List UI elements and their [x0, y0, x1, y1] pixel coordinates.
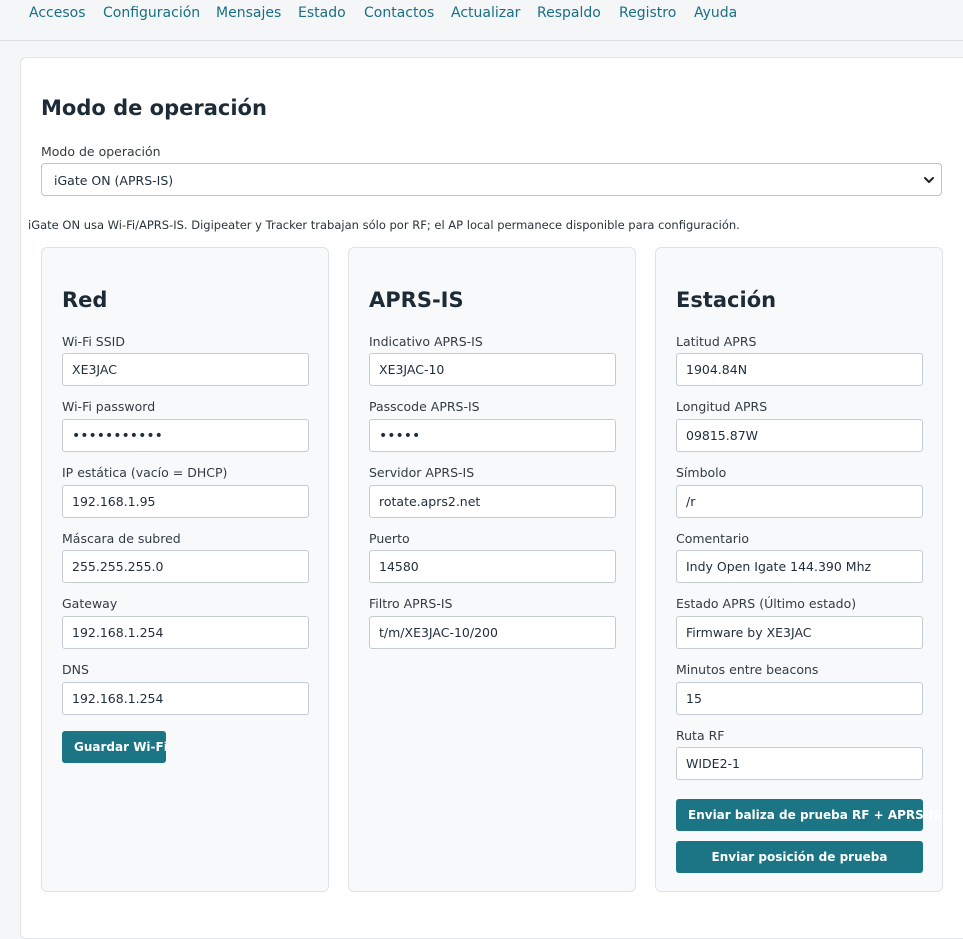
nav-estado[interactable]: Estado: [298, 5, 346, 21]
dns-label: DNS: [62, 662, 89, 677]
latitude-label: Latitud APRS: [676, 334, 757, 349]
nav-respaldo[interactable]: Respaldo: [537, 5, 601, 21]
passcode-label: Passcode APRS-IS: [369, 399, 480, 414]
nav-registro[interactable]: Registro: [619, 5, 676, 21]
server-input[interactable]: [369, 485, 616, 518]
send-test-position-button[interactable]: Enviar posición de prueba: [676, 841, 923, 873]
mode-note: iGate ON usa Wi-Fi/APRS-IS. Digipeater y…: [28, 218, 740, 232]
aprsis-title: APRS-IS: [369, 288, 464, 312]
save-wifi-button[interactable]: Guardar Wi-Fi: [62, 731, 168, 763]
comment-input[interactable]: [676, 550, 923, 583]
beacon-minutes-label: Minutos entre beacons: [676, 662, 819, 677]
filter-input[interactable]: [369, 616, 616, 649]
callsign-input[interactable]: [369, 353, 616, 386]
chevron-down-icon: [924, 177, 934, 183]
page-title: Modo de operación: [41, 96, 267, 120]
callsign-label: Indicativo APRS-IS: [369, 334, 483, 349]
nav-mensajes[interactable]: Mensajes: [216, 5, 281, 21]
mode-select[interactable]: iGate ON (APRS-IS): [41, 163, 942, 196]
symbol-label: Símbolo: [676, 465, 727, 480]
comment-label: Comentario: [676, 531, 749, 546]
passcode-input[interactable]: [369, 419, 616, 452]
longitude-input[interactable]: [676, 419, 923, 452]
rf-path-label: Ruta RF: [676, 728, 725, 743]
ip-label: IP estática (vacío = DHCP): [62, 465, 228, 480]
gateway-input[interactable]: [62, 616, 309, 649]
dns-input[interactable]: [62, 682, 309, 715]
password-input[interactable]: [62, 419, 309, 452]
status-label: Estado APRS (Último estado): [676, 596, 857, 611]
network-title: Red: [62, 288, 108, 312]
port-label: Puerto: [369, 531, 410, 546]
latitude-input[interactable]: [676, 353, 923, 386]
ssid-input[interactable]: [62, 353, 309, 386]
longitude-label: Longitud APRS: [676, 399, 768, 414]
filter-label: Filtro APRS-IS: [369, 596, 453, 611]
station-title: Estación: [676, 288, 777, 312]
gateway-label: Gateway: [62, 596, 118, 611]
mask-label: Máscara de subred: [62, 531, 181, 546]
port-input[interactable]: [369, 550, 616, 583]
symbol-input[interactable]: [676, 485, 923, 518]
nav-accesos[interactable]: Accesos: [29, 5, 86, 21]
ssid-label: Wi-Fi SSID: [62, 334, 125, 349]
nav-configuracion[interactable]: Configuración: [103, 5, 200, 21]
ip-input[interactable]: [62, 485, 309, 518]
mode-label: Modo de operación: [41, 144, 161, 159]
nav-actualizar[interactable]: Actualizar: [451, 5, 520, 21]
status-input[interactable]: [676, 616, 923, 649]
server-label: Servidor APRS-IS: [369, 465, 475, 480]
password-label: Wi-Fi password: [62, 399, 156, 414]
top-navigation: Accesos Configuración Mensajes Estado Co…: [0, 0, 963, 41]
beacon-minutes-input[interactable]: [676, 682, 923, 715]
mask-input[interactable]: [62, 550, 309, 583]
nav-contactos[interactable]: Contactos: [364, 5, 434, 21]
send-test-beacon-button[interactable]: Enviar baliza de prueba RF + APRS-IS: [676, 799, 942, 831]
rf-path-input[interactable]: [676, 747, 923, 780]
mode-select-value: iGate ON (APRS-IS): [54, 173, 174, 188]
nav-ayuda[interactable]: Ayuda: [694, 5, 737, 21]
